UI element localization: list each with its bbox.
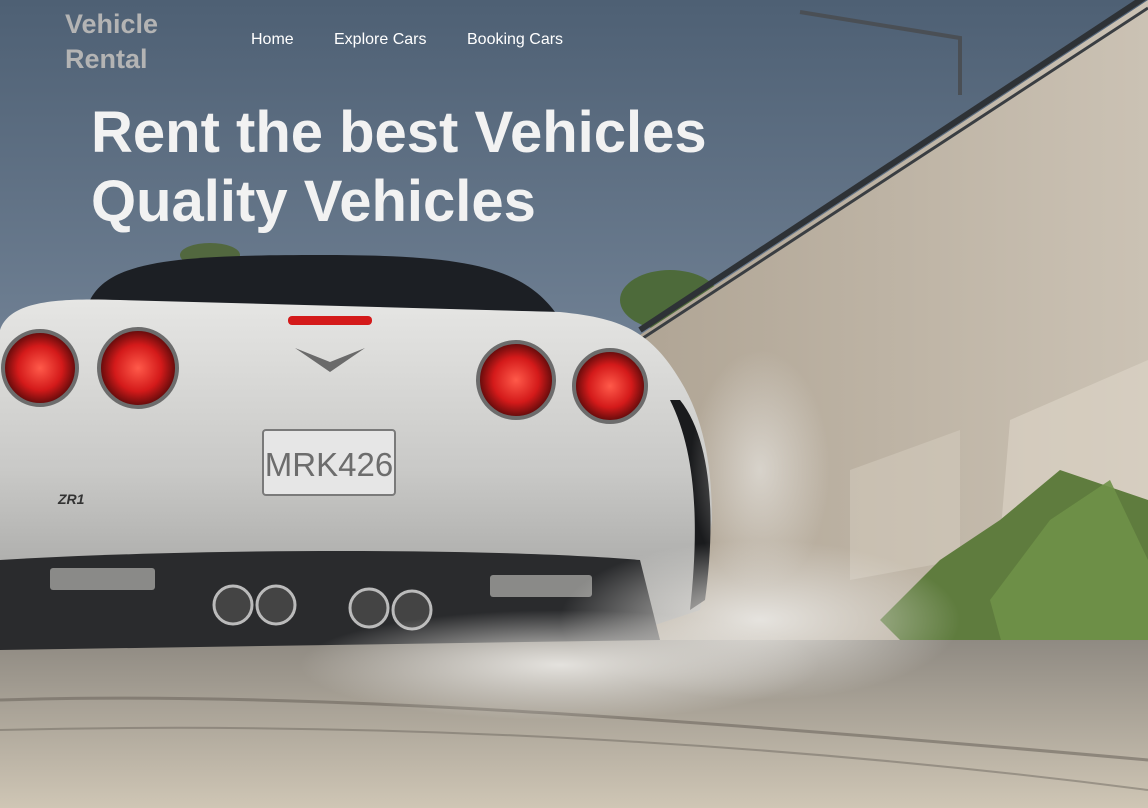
nav-link-booking-cars[interactable]: Booking Cars [467, 30, 563, 50]
brand-line-2: Rental [65, 44, 148, 74]
hero-headline-line-2: Quality Vehicles [91, 169, 536, 234]
brand-line-1: Vehicle [65, 9, 159, 39]
zr1-badge: ZR1 [57, 491, 85, 507]
nav-link-home[interactable]: Home [251, 30, 294, 50]
hero-headline: Rent the best Vehicles Quality Vehicles [91, 98, 707, 236]
license-plate-text: MRK426 [265, 446, 393, 483]
nav-link-explore-cars[interactable]: Explore Cars [334, 30, 426, 50]
brand-logo[interactable]: Vehicle Rental [65, 7, 215, 77]
hero-headline-line-1: Rent the best Vehicles [91, 100, 707, 165]
